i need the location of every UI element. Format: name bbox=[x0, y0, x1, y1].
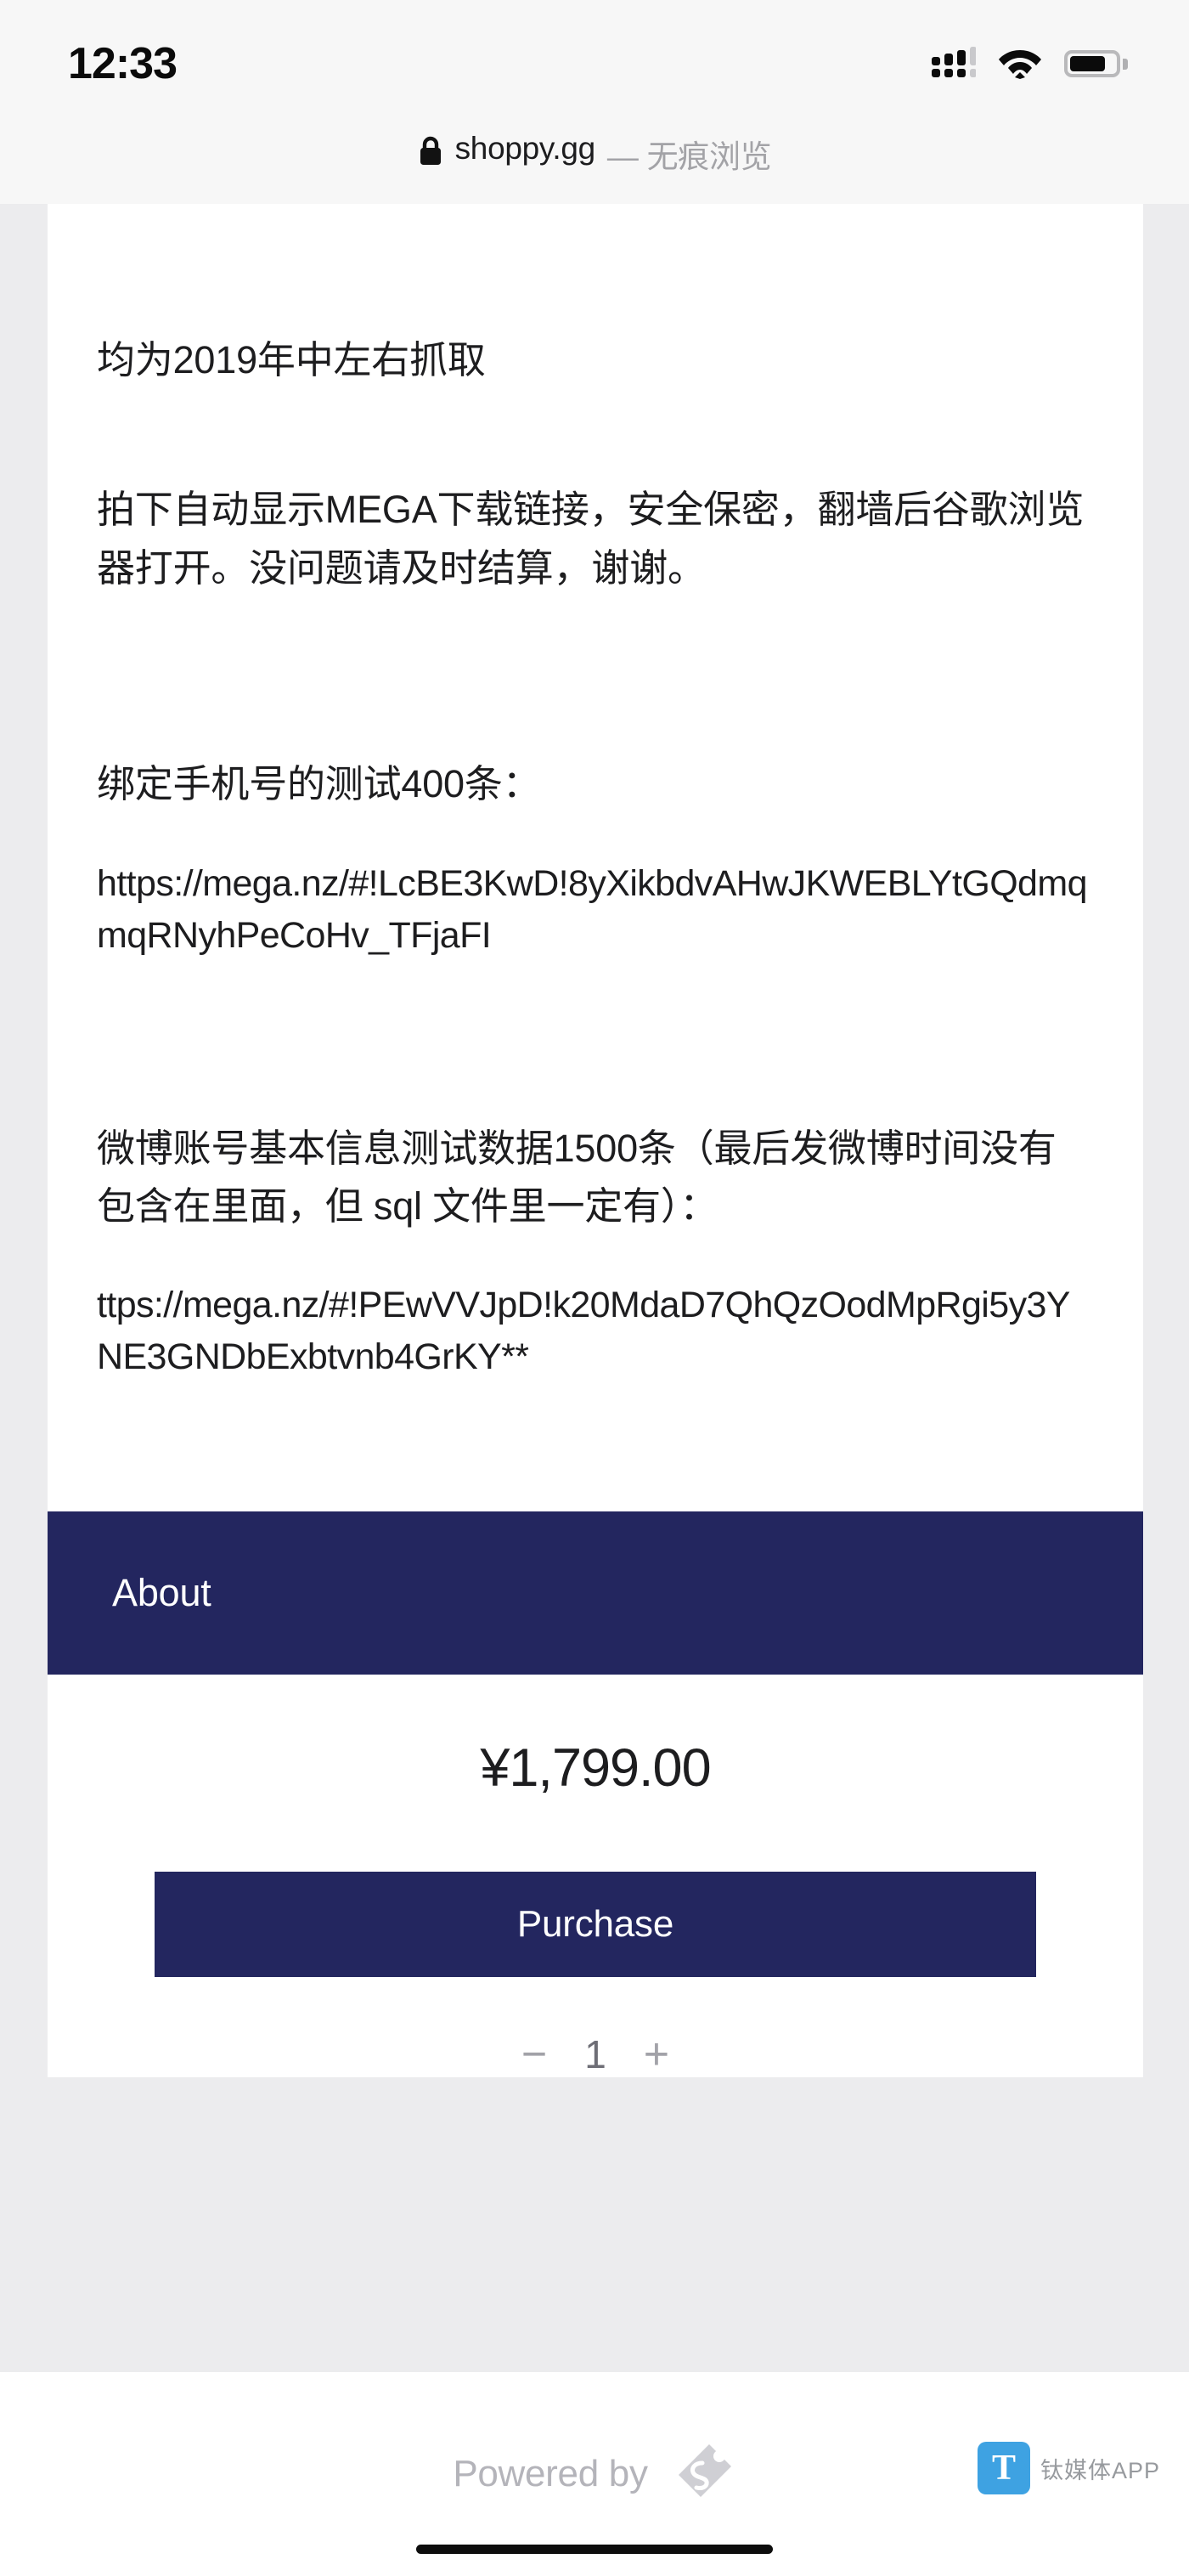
description-paragraph: 拍下自动显示MEGA下载链接，安全保密，翻墙后谷歌浏览器打开。没问题请及时结算，… bbox=[97, 488, 1085, 590]
product-card: 均为2019年中左右抓取 拍下自动显示MEGA下载链接，安全保密，翻墙后谷歌浏览… bbox=[48, 204, 1143, 2077]
browser-url-bar[interactable]: shoppy.gg — 无痕浏览 bbox=[0, 127, 1189, 204]
page-content-area: 均为2019年中左右抓取 拍下自动显示MEGA下载链接，安全保密，翻墙后谷歌浏览… bbox=[0, 204, 1189, 2576]
home-indicator bbox=[416, 2545, 773, 2554]
quantity-stepper: − 1 + bbox=[48, 2031, 1143, 2077]
shoppy-tag-logo-icon bbox=[670, 2439, 736, 2510]
about-section-header: About bbox=[48, 1511, 1143, 1675]
mega-download-link[interactable]: https://mega.nz/#!LcBE3KwD!8yXikbdvAHwJK… bbox=[97, 858, 1094, 962]
wifi-icon bbox=[998, 45, 1042, 83]
watermark: T 钛媒体APP bbox=[977, 2442, 1160, 2494]
status-bar-clock: 12:33 bbox=[68, 39, 178, 88]
status-bar-indicators bbox=[932, 45, 1128, 83]
description-paragraph: 均为2019年中左右抓取 bbox=[97, 338, 486, 381]
mobile-browser-screen: 12:33 shoppy.gg — 无痕浏览 均为2019年中左右抓取 拍下自动… bbox=[0, 0, 1189, 2576]
url-domain-text: shoppy.gg bbox=[454, 131, 596, 166]
product-price: ¥1,799.00 bbox=[480, 1737, 711, 1798]
powered-by-label: Powered by bbox=[453, 2453, 648, 2494]
battery-icon bbox=[1064, 50, 1128, 77]
watermark-badge-icon: T bbox=[977, 2442, 1030, 2494]
description-paragraph: 微博账号基本信息测试数据1500条（最后发微博时间没有包含在里面，但 sql 文… bbox=[97, 1126, 1057, 1229]
url-incognito-label: — 无痕浏览 bbox=[606, 139, 772, 174]
quantity-increment-button[interactable]: + bbox=[639, 2032, 674, 2076]
mega-download-link[interactable]: ttps://mega.nz/#!PEwVVJpD!k20MdaD7QhQzOo… bbox=[97, 1280, 1094, 1383]
quantity-value: 1 bbox=[584, 2031, 606, 2076]
purchase-section: ¥1,799.00 Purchase − 1 + bbox=[48, 1674, 1143, 2077]
lock-icon bbox=[418, 136, 443, 171]
purchase-button-wrapper: Purchase bbox=[48, 1871, 1143, 1977]
purchase-button[interactable]: Purchase bbox=[155, 1871, 1036, 1977]
about-label: About bbox=[112, 1570, 211, 1614]
status-bar: 12:33 bbox=[0, 0, 1189, 127]
watermark-text: 钛媒体APP bbox=[1040, 2457, 1160, 2483]
cellular-signal-icon bbox=[932, 45, 977, 83]
description-paragraph: 绑定手机号的测试400条： bbox=[97, 762, 541, 806]
quantity-decrement-button[interactable]: − bbox=[516, 2032, 552, 2076]
product-description: 均为2019年中左右抓取 拍下自动显示MEGA下载链接，安全保密，翻墙后谷歌浏览… bbox=[48, 204, 1143, 1511]
